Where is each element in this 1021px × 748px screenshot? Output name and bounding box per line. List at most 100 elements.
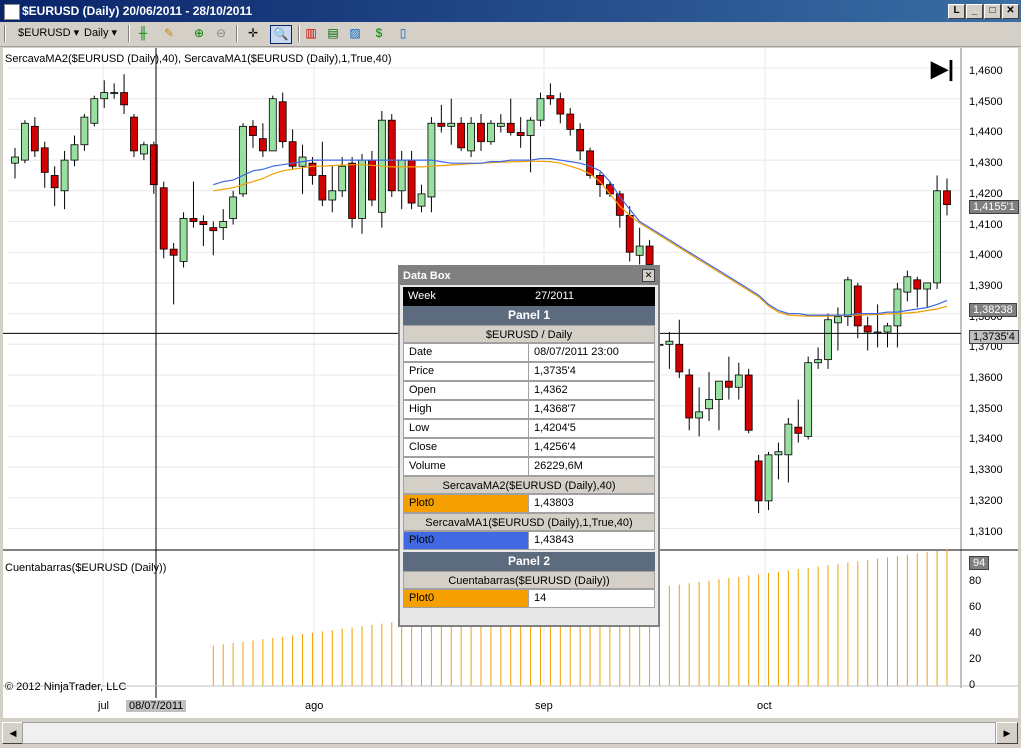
price-tick-label: 1,3300: [969, 464, 1003, 477]
price-tick-label: 1,4500: [969, 95, 1003, 108]
data-row-label: High: [404, 401, 529, 418]
time-tick-label: ago: [305, 700, 324, 712]
go-to-end-icon[interactable]: ▶|: [931, 56, 954, 82]
scroll-right-button[interactable]: ▶: [996, 722, 1018, 744]
ma2-header: SercavaMA2($EURUSD (Daily),40): [403, 476, 655, 494]
price-tick-label: 1,4300: [969, 157, 1003, 170]
crosshair-date: 08/07/2011: [126, 700, 187, 712]
link-button[interactable]: L: [948, 4, 965, 19]
data-row-label: Close: [404, 439, 529, 456]
indicators-icon[interactable]: ▤: [324, 25, 342, 42]
app-icon: [4, 4, 20, 20]
template-icon[interactable]: ▯: [394, 25, 412, 42]
candle-body: [506, 122, 515, 133]
cursor-price-tag: 1,3735'4: [969, 330, 1019, 344]
candle-body: [139, 144, 148, 155]
time-tick-label: jul: [98, 700, 110, 712]
candle-body: [576, 129, 585, 152]
chevron-down-icon: ▾: [73, 27, 80, 39]
data-row: Date 08/07/2011 23:00: [403, 343, 655, 362]
toolbar-separator: [236, 25, 238, 42]
price-tick-label: 1,4600: [969, 65, 1003, 77]
week-label: Week: [408, 290, 436, 302]
cb-row: Plot0 14: [403, 589, 655, 608]
price-tick-label: 1,4400: [969, 126, 1003, 139]
candle-body: [744, 374, 753, 431]
week-value: 27/2011: [535, 290, 574, 302]
price-tick-label: 1,4200: [969, 187, 1003, 200]
window-titlebar: $EURUSD (Daily) 20/06/2011 - 28/10/2011 …: [0, 0, 1021, 22]
crosshair-icon[interactable]: ✛: [244, 25, 262, 42]
horizontal-scrollbar[interactable]: ◀ ▶: [0, 718, 1021, 748]
last-price-tag: 1,4155'1: [969, 200, 1019, 214]
data-box-title[interactable]: Data Box: [400, 267, 658, 285]
minimize-button[interactable]: _: [966, 4, 983, 19]
period-selector[interactable]: Daily ▾: [80, 25, 121, 42]
data-row-value: 1,3735'4: [534, 365, 576, 377]
candle-body: [754, 460, 763, 502]
candle-body: [318, 175, 327, 201]
window-title: $EURUSD (Daily) 20/06/2011 - 28/10/2011: [22, 4, 253, 18]
data-box-icon[interactable]: 🔍: [270, 25, 292, 44]
ma1-plot-label: Plot0: [404, 532, 529, 549]
candle-body: [635, 245, 644, 256]
candle-body: [477, 122, 485, 143]
data-row: Open 1,4362: [403, 381, 655, 400]
data-row-label: Volume: [404, 458, 529, 475]
candle-body: [21, 122, 29, 161]
data-row: Price 1,3735'4: [403, 362, 655, 381]
candle-body: [566, 113, 575, 130]
bar-count-tag: 94: [969, 556, 990, 570]
strategies-icon[interactable]: ▥: [302, 25, 320, 42]
instrument-label: $EURUSD: [18, 27, 71, 39]
candle-body: [50, 175, 59, 189]
cb-plot-label: Plot0: [404, 590, 529, 607]
candle-body: [417, 193, 426, 207]
indicator-tick-label: 40: [969, 627, 982, 639]
scroll-track[interactable]: [22, 722, 996, 744]
close-icon[interactable]: ✕: [642, 269, 655, 282]
candle-body: [893, 288, 902, 327]
candle-body: [199, 221, 208, 225]
data-row: High 1,4368'7: [403, 400, 655, 419]
maximize-button[interactable]: □: [984, 4, 1001, 19]
chart-properties-icon[interactable]: ▨: [346, 25, 364, 42]
candle-body: [903, 276, 912, 293]
ma2-row: Plot0 1,43803: [403, 494, 655, 513]
toolbar-separator: [128, 25, 130, 42]
candle-body: [794, 426, 803, 434]
ma2-value: 1,43803: [534, 497, 574, 509]
zoom-out-icon[interactable]: ⊖: [212, 25, 230, 42]
candle-body: [705, 399, 713, 410]
candle-body: [229, 196, 238, 219]
cb-header: Cuentabarras($EURUSD (Daily)): [403, 571, 655, 589]
candle-body: [348, 162, 357, 219]
data-box[interactable]: Data Box ✕ Week 27/2011 Panel 1 $EURUSD …: [398, 265, 660, 627]
panel2-header: Panel 2: [403, 552, 655, 571]
candle-body: [159, 187, 168, 250]
indicator-tick-label: 80: [969, 575, 982, 587]
bar-style-icon[interactable]: ╫: [134, 25, 152, 42]
candle-body: [685, 374, 694, 419]
candle-body: [70, 144, 79, 161]
instrument-selector[interactable]: $EURUSD ▾: [14, 25, 83, 42]
dollar-icon[interactable]: $: [370, 25, 388, 42]
candle-body: [943, 190, 951, 206]
candle-body: [278, 101, 287, 143]
candle-body: [883, 325, 892, 333]
close-button[interactable]: ✕: [1002, 4, 1019, 19]
candle-body: [774, 451, 783, 456]
indicator-tick-label: 60: [969, 601, 982, 613]
scroll-left-button[interactable]: ◀: [2, 722, 24, 744]
pencil-icon[interactable]: ✎: [160, 25, 178, 42]
candle-body: [457, 122, 466, 149]
toolbar-separator: [298, 25, 300, 42]
candle-body: [913, 279, 922, 290]
candle-body: [625, 214, 634, 253]
panel1-label: SercavaMA2($EURUSD (Daily),40), SercavaM…: [5, 53, 392, 65]
zoom-in-icon[interactable]: ⊕: [190, 25, 208, 42]
candle-body: [814, 359, 823, 364]
candle-body: [675, 343, 684, 373]
candle-body: [734, 374, 743, 388]
data-row: Low 1,4204'5: [403, 419, 655, 438]
